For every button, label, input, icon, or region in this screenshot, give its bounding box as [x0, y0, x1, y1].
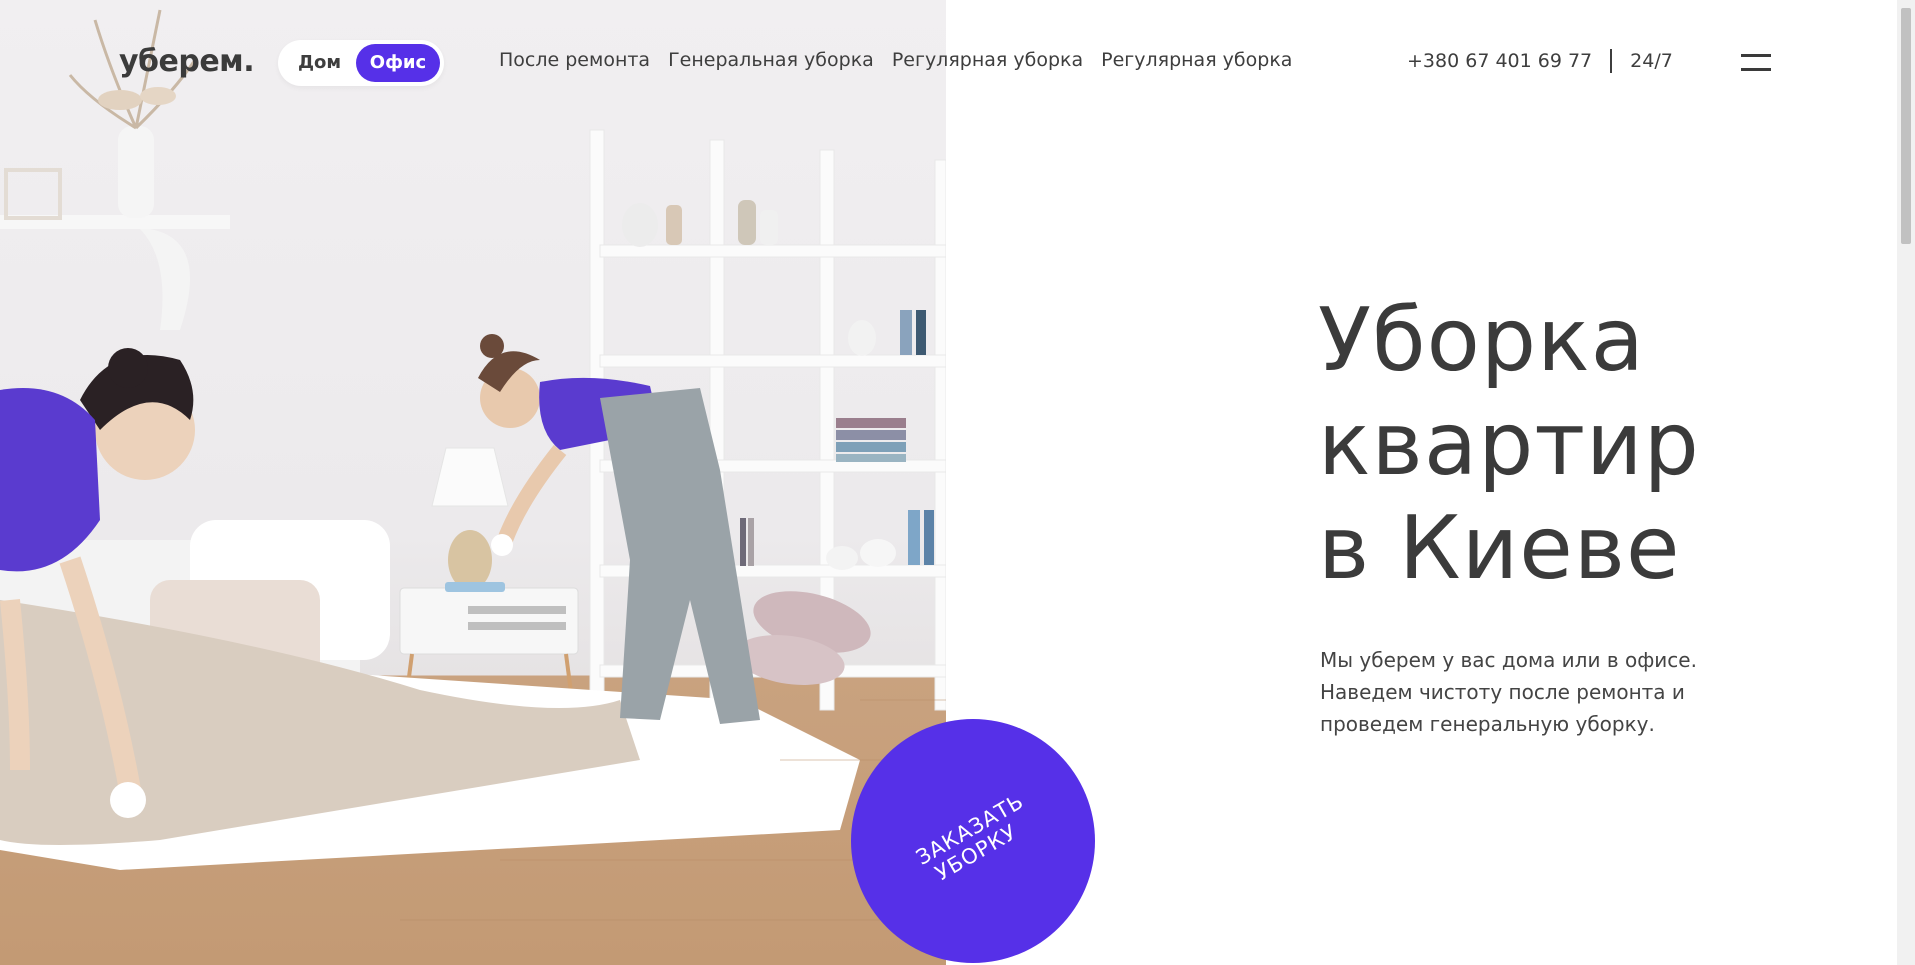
phone-link[interactable]: +380 67 401 69 77 — [1407, 50, 1592, 72]
burger-line-bottom — [1741, 68, 1771, 71]
order-cleaning-label: ЗАКАЗАТЬ УБОРКУ — [909, 789, 1038, 886]
toggle-home[interactable]: Дом — [290, 40, 349, 86]
hours-label: 24/7 — [1630, 50, 1673, 72]
nav-after-renovation[interactable]: После ремонта — [499, 49, 650, 71]
order-cleaning-button[interactable]: ЗАКАЗАТЬ УБОРКУ — [851, 719, 1095, 963]
hero-subtitle-line-1: Мы уберем у вас дома или в офисе. — [1320, 648, 1697, 672]
nav-regular-cleaning-2[interactable]: Регулярная уборка — [1101, 49, 1292, 71]
burger-line-top — [1741, 54, 1771, 57]
hero-title-line-1: Уборка — [1318, 289, 1645, 391]
hero-title-line-2: квартир — [1318, 393, 1700, 495]
toggle-office[interactable]: Офис — [356, 44, 440, 82]
hero-photo — [0, 0, 946, 965]
page-scrollbar[interactable] — [1897, 0, 1915, 965]
contact-divider — [1610, 49, 1613, 73]
logo[interactable]: уберем. — [119, 44, 255, 79]
contact-info: +380 67 401 69 77 24/7 — [1407, 49, 1673, 73]
nav-general-cleaning[interactable]: Генеральная уборка — [668, 49, 874, 71]
hero-subtitle-line-3: проведем генеральную уборку. — [1320, 712, 1655, 736]
hamburger-icon[interactable] — [1741, 54, 1771, 72]
hero-title: Уборка квартир в Киеве — [1318, 288, 1838, 600]
home-office-toggle[interactable]: Дом Офис — [278, 40, 444, 86]
nav-regular-cleaning[interactable]: Регулярная уборка — [892, 49, 1083, 71]
main-nav: После ремонта Генеральная уборка Регуляр… — [499, 49, 1292, 71]
hero-title-line-3: в Киеве — [1318, 497, 1681, 599]
hero-subtitle-line-2: Наведем чистоту после ремонта и — [1320, 680, 1685, 704]
scrollbar-thumb[interactable] — [1901, 8, 1911, 244]
cleaning-scene-illustration — [0, 9, 946, 921]
hero-subtitle: Мы уберем у вас дома или в офисе. Наведе… — [1320, 644, 1760, 740]
